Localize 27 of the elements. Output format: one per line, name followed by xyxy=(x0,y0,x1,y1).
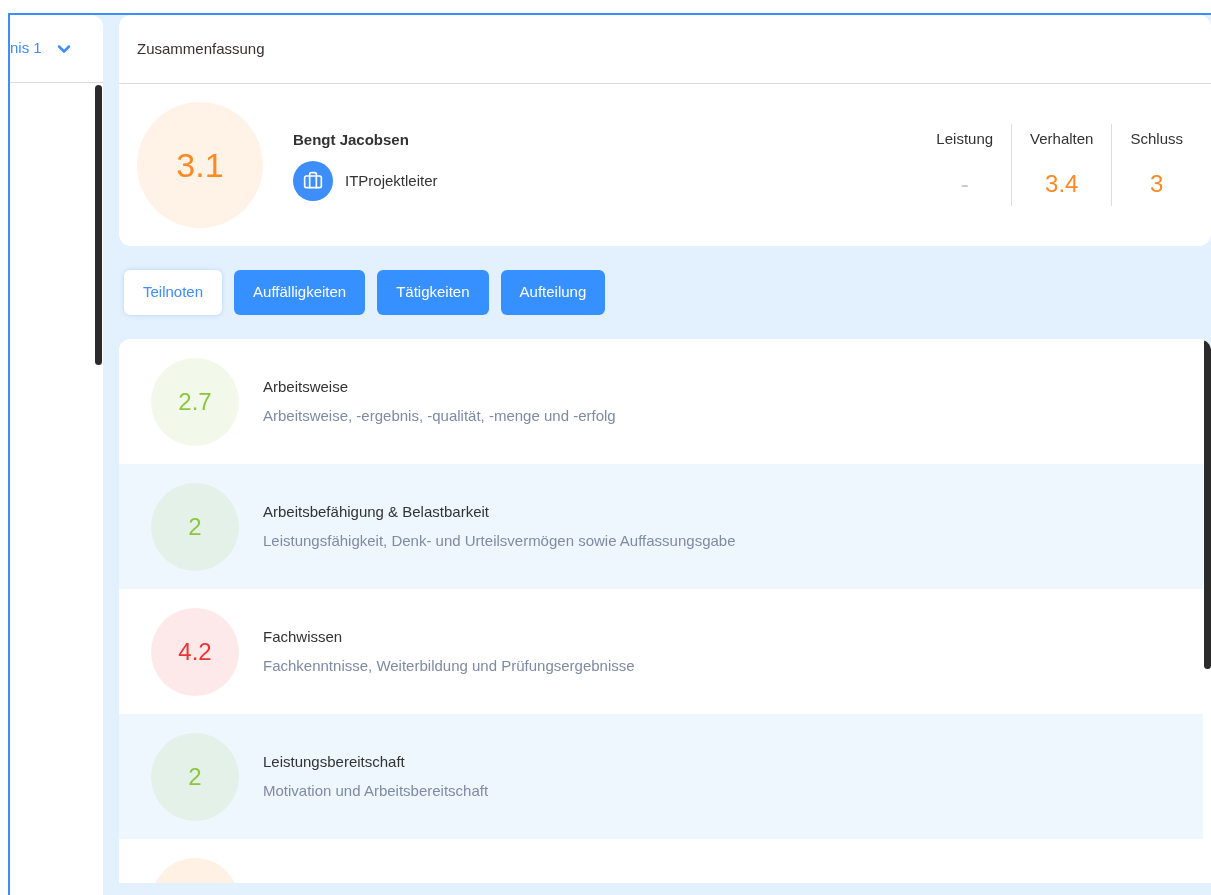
criterion-title: Leistungsbereitschaft xyxy=(263,752,406,772)
dropdown-label[interactable]: nis 1 xyxy=(10,37,42,60)
employee-name: Bengt Jacobsen xyxy=(293,129,410,150)
grade-label: Verhalten xyxy=(1030,128,1094,149)
criterion-description: Motivation und Arbeitsbereitschaft xyxy=(263,780,489,801)
scrollbar-thumb[interactable] xyxy=(1204,339,1211,669)
tab[interactable]: Teilnoten xyxy=(124,270,223,315)
criterion-row[interactable]: 2 Arbeitsbefähigung & Belastbarkeit Leistungsfähigkeit, Denk- und Urteilsvermögen sowie Auffassungsgabe xyxy=(119,464,1203,589)
card-title: Zusammenfassung xyxy=(137,38,265,59)
grade-label: Leistung xyxy=(936,128,994,149)
grade-label: Schluss xyxy=(1130,128,1183,149)
job-title: ITProjektleiter xyxy=(345,171,438,191)
scrollbar-thumb[interactable] xyxy=(95,85,102,365)
criterion-description: Fachkenntnisse, Weiterbildung und Prüfungsergebnisse xyxy=(263,655,635,676)
criterion-title: Arbeitsbefähigung & Belastbarkeit xyxy=(263,502,490,522)
criterion-title: Fachwissen xyxy=(263,627,344,647)
criterion-description: Leistungsfähigkeit, Denk- und Urteilsvermögen sowie Auffassungsgabe xyxy=(263,530,736,551)
tab[interactable]: Aufteilung xyxy=(500,270,606,315)
criterion-title: Arbeitsweise xyxy=(263,377,350,397)
grade-value: 3 xyxy=(1150,169,1164,200)
grade-value: - xyxy=(960,169,969,200)
briefcase-icon xyxy=(293,161,333,202)
criterion-row[interactable]: 2 Leistungsbereitschaft Motivation und Arbeitsbereitschaft xyxy=(119,714,1203,839)
tab[interactable]: Tätigkeiten xyxy=(377,270,489,315)
criterion-description: Arbeitsweise, -ergebnis, -qualität, -menge und -erfolg xyxy=(263,405,616,426)
tab[interactable]: Auffälligkeiten xyxy=(234,270,366,315)
grade-value: 3.4 xyxy=(1045,169,1079,200)
